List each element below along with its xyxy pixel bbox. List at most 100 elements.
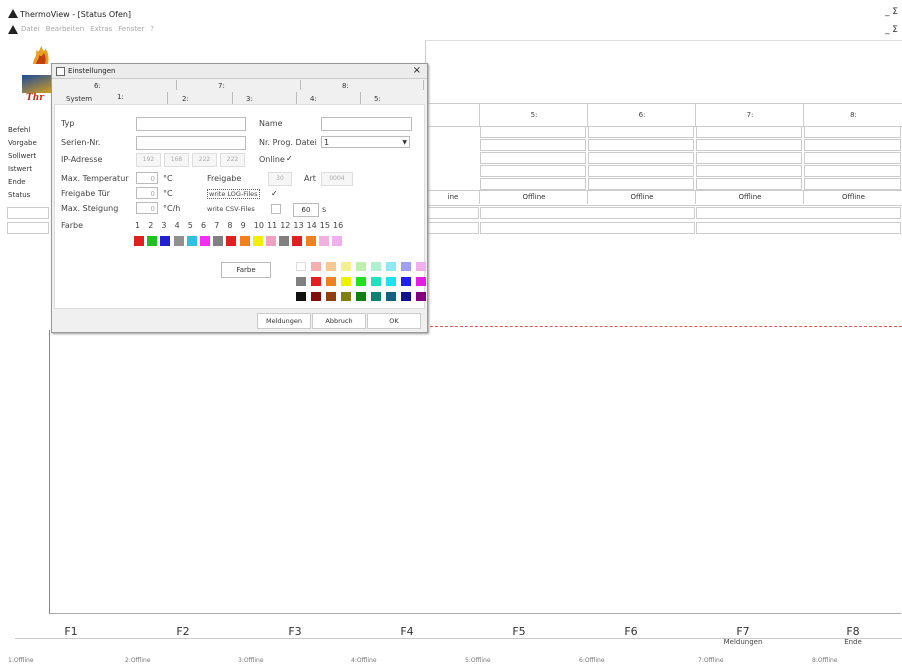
color-swatch-5[interactable] bbox=[186, 236, 197, 246]
palette-color-2-3[interactable] bbox=[341, 292, 351, 301]
input-row-a-7[interactable] bbox=[696, 207, 901, 219]
window-controls[interactable]: _ Ʃ bbox=[885, 7, 898, 17]
close-icon[interactable]: × bbox=[413, 65, 421, 76]
name-input[interactable] bbox=[321, 117, 412, 131]
tab-oven-7[interactable]: 7: bbox=[218, 82, 225, 90]
farbe-button[interactable]: Farbe bbox=[221, 262, 271, 278]
input-row-b-7[interactable] bbox=[696, 222, 901, 234]
palette-color-0-5[interactable] bbox=[371, 262, 381, 271]
palette-color-0-1[interactable] bbox=[311, 262, 321, 271]
max-temperatur-input[interactable]: 0 bbox=[136, 172, 158, 184]
menu-item-fenster[interactable]: Fenster bbox=[118, 25, 144, 33]
palette-color-1-8[interactable] bbox=[416, 277, 426, 286]
log-files-checkbox[interactable]: ✓ bbox=[271, 189, 278, 198]
f4-button[interactable]: F4 bbox=[351, 625, 463, 648]
color-swatch-13[interactable] bbox=[292, 236, 303, 246]
palette-color-0-6[interactable] bbox=[386, 262, 396, 271]
f5-button[interactable]: F5 bbox=[463, 625, 575, 648]
palette-color-0-4[interactable] bbox=[356, 262, 366, 271]
left-input-2[interactable] bbox=[7, 222, 49, 234]
menu-item-extras[interactable]: Extras bbox=[90, 25, 112, 33]
menu-item-bearbeiten[interactable]: Bearbeiten bbox=[46, 25, 84, 33]
color-swatch-4[interactable] bbox=[173, 236, 184, 246]
menu-item-help[interactable]: ? bbox=[150, 25, 154, 33]
ip-octet-1[interactable]: 192 bbox=[136, 153, 161, 167]
palette-color-0-3[interactable] bbox=[341, 262, 351, 271]
palette-color-1-5[interactable] bbox=[371, 277, 381, 286]
color-swatch-6[interactable] bbox=[200, 236, 210, 246]
color-swatch-7[interactable] bbox=[213, 236, 224, 246]
palette-color-1-3[interactable] bbox=[341, 277, 351, 286]
palette-color-2-8[interactable] bbox=[416, 292, 426, 301]
palette-color-2-7[interactable] bbox=[401, 292, 411, 301]
color-swatch-11[interactable] bbox=[266, 236, 276, 246]
color-swatch-12[interactable] bbox=[279, 236, 290, 246]
child-window-controls[interactable]: _ Ʃ bbox=[885, 25, 898, 35]
color-swatch-14[interactable] bbox=[305, 236, 316, 246]
tab-oven-1[interactable]: 1: bbox=[117, 93, 124, 101]
input-row-a-5[interactable] bbox=[480, 207, 695, 219]
child-window-icon[interactable] bbox=[8, 25, 18, 34]
input-row-a-4[interactable] bbox=[425, 207, 479, 219]
serien-nr-input[interactable] bbox=[136, 136, 246, 150]
palette-color-0-7[interactable] bbox=[401, 262, 411, 271]
freigabe-input[interactable]: 30 bbox=[268, 172, 292, 186]
csv-interval-input[interactable]: 60 bbox=[293, 203, 319, 217]
color-swatch-1[interactable] bbox=[134, 236, 144, 246]
palette-color-1-4[interactable] bbox=[356, 277, 366, 286]
input-row-b-5[interactable] bbox=[480, 222, 695, 234]
dropdown-arrow-icon[interactable]: ▼ bbox=[402, 137, 407, 149]
csv-files-checkbox[interactable] bbox=[271, 204, 281, 214]
tab-oven-6[interactable]: 6: bbox=[94, 82, 101, 90]
palette-color-2-0[interactable] bbox=[296, 292, 306, 301]
nr-prog-datei-select[interactable]: 1 ▼ bbox=[321, 136, 410, 148]
palette-color-2-1[interactable] bbox=[311, 292, 321, 301]
online-checkbox[interactable]: ✓ bbox=[286, 154, 293, 163]
color-swatch-15[interactable] bbox=[318, 236, 329, 246]
palette-color-2-6[interactable] bbox=[386, 292, 396, 301]
max-steigung-input[interactable]: 0 bbox=[136, 202, 158, 214]
f2-button[interactable]: F2 bbox=[127, 625, 239, 648]
palette-color-0-0[interactable] bbox=[296, 262, 306, 271]
ip-octet-3[interactable]: 222 bbox=[192, 153, 217, 167]
palette-color-2-5[interactable] bbox=[371, 292, 381, 301]
palette-color-1-6[interactable] bbox=[386, 277, 396, 286]
palette-color-1-1[interactable] bbox=[311, 277, 321, 286]
f7-button[interactable]: F7 Meldungen bbox=[687, 625, 799, 648]
palette-color-2-2[interactable] bbox=[326, 292, 336, 301]
freigabe-tuer-input[interactable]: 0 bbox=[136, 187, 158, 199]
abbruch-button[interactable]: Abbruch bbox=[312, 313, 366, 329]
ip-octet-4[interactable]: 222 bbox=[220, 153, 245, 167]
menu-item-datei[interactable]: Datei bbox=[21, 25, 40, 33]
f1-button[interactable]: F1 bbox=[15, 625, 127, 648]
input-row-b-4[interactable] bbox=[425, 222, 479, 234]
tab-oven-3[interactable]: 3: bbox=[246, 95, 253, 103]
palette-color-2-4[interactable] bbox=[356, 292, 366, 301]
left-input-1[interactable] bbox=[7, 207, 49, 219]
tab-oven-2[interactable]: 2: bbox=[182, 95, 189, 103]
color-swatch-10[interactable] bbox=[252, 236, 263, 246]
tab-system[interactable]: System bbox=[66, 95, 92, 103]
color-swatch-2[interactable] bbox=[147, 236, 158, 246]
color-swatch-8[interactable] bbox=[226, 236, 237, 246]
palette-color-1-7[interactable] bbox=[401, 277, 411, 286]
palette-color-0-8[interactable] bbox=[416, 262, 426, 271]
tab-oven-8[interactable]: 8: bbox=[342, 82, 349, 90]
f6-button[interactable]: F6 bbox=[575, 625, 687, 648]
meldungen-button[interactable]: Meldungen bbox=[257, 313, 311, 329]
ok-button[interactable]: OK bbox=[367, 313, 421, 329]
dialog-title-bar[interactable]: Einstellungen × bbox=[52, 64, 427, 79]
ip-octet-2[interactable]: 168 bbox=[164, 153, 189, 167]
palette-color-1-0[interactable] bbox=[296, 277, 306, 286]
f3-button[interactable]: F3 bbox=[239, 625, 351, 648]
tab-oven-5[interactable]: 5: bbox=[374, 95, 381, 103]
color-swatch-9[interactable] bbox=[239, 236, 250, 246]
art-input[interactable]: 0004 bbox=[321, 172, 353, 186]
palette-color-0-2[interactable] bbox=[326, 262, 336, 271]
f8-button[interactable]: F8 Ende bbox=[797, 625, 902, 648]
color-swatch-3[interactable] bbox=[160, 236, 171, 246]
tab-oven-4[interactable]: 4: bbox=[310, 95, 317, 103]
color-swatch-16[interactable] bbox=[332, 236, 342, 246]
typ-input[interactable] bbox=[136, 117, 246, 131]
palette-color-1-2[interactable] bbox=[326, 277, 336, 286]
